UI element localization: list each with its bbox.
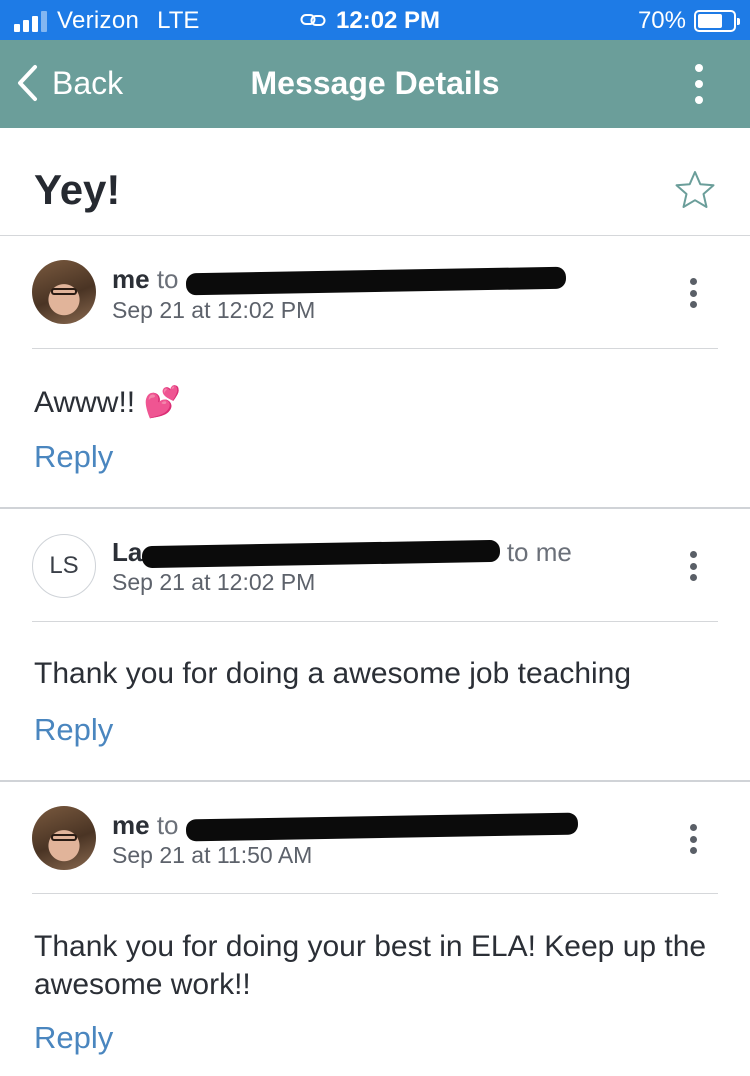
status-left: Verizon LTE: [14, 7, 199, 35]
message-subject: Yey!: [34, 166, 121, 213]
sender-name: me: [112, 264, 150, 294]
avatar: LS: [32, 534, 96, 598]
status-bar: Verizon LTE 12:02 PM 70%: [0, 0, 750, 40]
reply-button[interactable]: Reply: [34, 712, 113, 748]
page-title: Message Details: [250, 65, 500, 101]
message-item: LS La to me Sep 21 at 12:02 PM Thank you…: [0, 509, 750, 781]
message-date: Sep 21 at 12:02 PM: [112, 297, 316, 323]
more-options-button[interactable]: [692, 64, 706, 104]
divider: [32, 893, 718, 894]
divider: [32, 621, 718, 622]
battery-icon: [694, 10, 740, 32]
message-more-button[interactable]: [690, 551, 698, 581]
link-icon: [300, 8, 326, 34]
from-line: La to me: [112, 537, 572, 569]
status-time: 12:02 PM: [336, 7, 441, 34]
redacted-recipient: [185, 266, 566, 296]
to-label: to: [156, 810, 179, 840]
nav-bar: Back Message Details: [0, 40, 750, 128]
reply-button[interactable]: Reply: [34, 1020, 113, 1056]
battery-percent: 70%: [637, 7, 686, 34]
message-date: Sep 21 at 12:02 PM: [112, 569, 316, 595]
redacted-recipient: [185, 812, 578, 842]
avatar: [32, 260, 96, 324]
carrier-name: Verizon: [57, 7, 140, 34]
sender-name: La: [112, 537, 143, 567]
sender-name: me: [112, 810, 150, 840]
subject-row: Yey!: [0, 128, 750, 236]
message-date: Sep 21 at 11:50 AM: [112, 842, 313, 868]
divider: [32, 348, 718, 349]
message-body: Thank you for doing your best in ELA! Ke…: [34, 930, 707, 1001]
to-label: to: [156, 264, 179, 294]
signal-bars-icon: [14, 10, 47, 32]
avatar: [32, 806, 96, 870]
status-right: 70%: [637, 7, 740, 35]
star-icon[interactable]: [674, 170, 716, 215]
from-line: me to: [112, 810, 578, 842]
message-item: me to Sep 21 at 12:02 PM Awww!! 💕 Reply: [0, 236, 750, 508]
reply-button[interactable]: Reply: [34, 439, 113, 475]
message-more-button[interactable]: [690, 824, 698, 854]
battery-fill: [698, 14, 722, 28]
redacted-sender: [141, 540, 500, 569]
message-item: me to Sep 21 at 11:50 AM Thank you for d…: [0, 782, 750, 1076]
network-type: LTE: [157, 7, 200, 34]
message-body: Awww!! 💕: [34, 386, 181, 419]
to-label: to me: [506, 537, 572, 567]
message-more-button[interactable]: [690, 278, 698, 308]
from-line: me to: [112, 264, 566, 296]
status-center: 12:02 PM: [300, 7, 440, 35]
message-body: Thank you for doing a awesome job teachi…: [34, 657, 632, 690]
